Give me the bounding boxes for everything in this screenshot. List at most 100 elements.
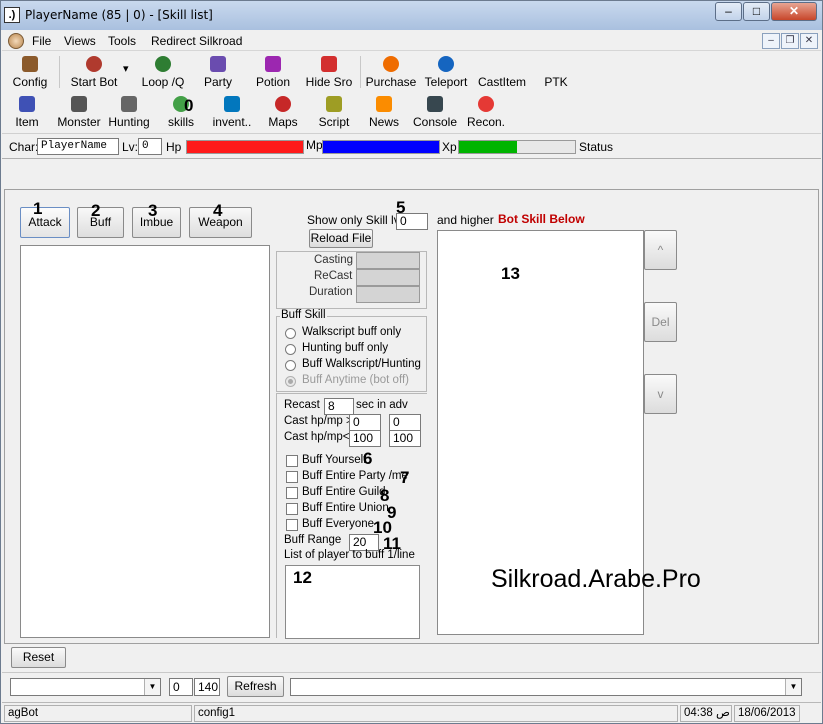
radio-walkscript-hunting-buff[interactable]	[285, 360, 296, 371]
teleport-icon	[438, 56, 454, 72]
toolbar-maps-button[interactable]: Maps	[266, 96, 300, 129]
refresh-button[interactable]: Refresh	[227, 676, 284, 697]
marker-3: 3	[148, 201, 158, 220]
menu-tools[interactable]: Tools	[108, 34, 136, 48]
menu-views[interactable]: Views	[64, 34, 96, 48]
toolbar-console-button[interactable]: Console	[412, 96, 458, 129]
toolbar-monster-button[interactable]: Monster	[56, 96, 102, 129]
buff-yourself-checkbox[interactable]	[286, 455, 298, 467]
window-title: PlayerName (85 | 0) - [Skill list]	[25, 8, 213, 22]
hp-label: Hp	[166, 140, 182, 154]
toolbar-hide-sro-label: Hide Sro	[305, 75, 353, 89]
toolbar-party-button[interactable]: Party	[198, 56, 238, 89]
marker-7: 7	[400, 468, 410, 487]
walkscript-hunting-buff-label: Buff Walkscript/Hunting	[302, 358, 421, 370]
config-icon	[22, 56, 38, 72]
recon-icon	[478, 96, 494, 112]
mdi-close-button[interactable]: ✕	[800, 33, 818, 49]
toolbar-castitem-button[interactable]: CastItem	[475, 75, 529, 89]
left-combo[interactable]: ▼	[10, 678, 161, 696]
close-button[interactable]: ✕	[771, 2, 817, 21]
toolbar-item-button[interactable]: Item	[12, 96, 42, 129]
status-time: 04:38 ص	[680, 705, 732, 722]
toolbar-start-bot-button[interactable]: Start Bot	[66, 56, 122, 89]
cast-mp-less-input[interactable]: 100	[389, 430, 421, 447]
toolbar-hunting-button[interactable]: Hunting	[106, 96, 152, 129]
buff-guild-checkbox[interactable]	[286, 487, 298, 499]
delete-button[interactable]: Del	[644, 302, 677, 342]
toolbar-secondary: Item Monster Hunting skills 0 invent.. M…	[2, 92, 821, 132]
document-icon[interactable]	[8, 33, 24, 49]
toolbar-party-label: Party	[203, 75, 232, 89]
toolbar-inventory-button[interactable]: invent..	[210, 96, 254, 129]
toolbar-recon-button[interactable]: Recon.	[465, 96, 507, 129]
toolbar-config-button[interactable]: Config	[8, 56, 52, 89]
player-list-label: List of player to buff 1/line	[284, 549, 415, 561]
radio-walkscript-buff[interactable]	[285, 328, 296, 339]
right-combo[interactable]: ▼	[290, 678, 802, 696]
maximize-button[interactable]: □	[743, 2, 770, 21]
loop-icon	[155, 56, 171, 72]
move-up-button[interactable]: ^	[644, 230, 677, 270]
reset-button[interactable]: Reset	[11, 647, 66, 668]
marker-12: 12	[293, 568, 312, 587]
skill-level-input[interactable]: 0	[396, 213, 428, 230]
move-down-button[interactable]: v	[644, 374, 677, 414]
buff-everyone-checkbox[interactable]	[286, 519, 298, 531]
cast-hp-less-input[interactable]: 100	[349, 430, 381, 447]
toolbar-purchase-label: Purchase	[365, 75, 417, 89]
tab-buff[interactable]: Buff	[77, 207, 124, 238]
toolbar-ptk-button[interactable]: PTK	[540, 75, 572, 89]
minimize-button[interactable]: –	[715, 2, 742, 21]
toolbar-loop-button[interactable]: Loop /Q	[138, 56, 188, 89]
mdi-minimize-button[interactable]: –	[762, 33, 780, 49]
menu-redirect-silkroad[interactable]: Redirect Silkroad	[151, 34, 242, 48]
skill-list[interactable]	[20, 245, 270, 638]
toolbar-purchase-button[interactable]: Purchase	[364, 56, 418, 89]
tab-attack[interactable]: Attack	[20, 207, 70, 238]
start-bot-dropdown-arrow[interactable]: ▾	[123, 62, 129, 75]
toolbar-castitem-label: CastItem	[477, 75, 526, 89]
xp-label: Xp	[442, 140, 457, 154]
buff-yourself-label: Buff Yourself	[302, 454, 367, 466]
toolbar-loop-label: Loop /Q	[141, 75, 185, 89]
toolbar-maps-label: Maps	[268, 115, 298, 129]
inventory-icon	[224, 96, 240, 112]
toolbar-config-label: Config	[12, 75, 48, 89]
toolbar-script-button[interactable]: Script	[316, 96, 352, 129]
party-icon	[210, 56, 226, 72]
mp-label: Mp	[306, 138, 323, 152]
reload-file-button[interactable]: Reload File	[309, 229, 373, 248]
menu-file[interactable]: File	[32, 34, 51, 48]
duration-value	[356, 286, 420, 303]
buff-party-checkbox[interactable]	[286, 471, 298, 483]
toolbar-potion-button[interactable]: Potion	[252, 56, 294, 89]
cast-mp-greater-input[interactable]: 0	[389, 414, 421, 431]
mdi-restore-button[interactable]: ❐	[781, 33, 799, 49]
chevron-down-icon: ▼	[785, 679, 801, 695]
radio-buff-anytime[interactable]	[285, 376, 296, 387]
status-bar: agBot config1 04:38 ص 18/06/2013	[2, 702, 821, 723]
status-date: 18/06/2013	[734, 705, 800, 722]
buff-union-checkbox[interactable]	[286, 503, 298, 515]
toolbar-teleport-button[interactable]: Teleport	[422, 56, 470, 89]
main-window: .) PlayerName (85 | 0) - [Skill list] – …	[0, 0, 823, 724]
range-end-input[interactable]: 140	[194, 678, 220, 696]
walkscript-buff-label: Walkscript buff only	[302, 326, 402, 338]
toolbar-hunting-label: Hunting	[108, 115, 150, 129]
console-icon	[427, 96, 443, 112]
maps-icon	[275, 96, 291, 112]
toolbar-news-button[interactable]: News	[368, 96, 400, 129]
hp-bar	[186, 140, 304, 154]
cast-hpmp-greater-label: Cast hp/mp >	[284, 415, 353, 427]
marker-4: 4	[213, 201, 223, 220]
status-app-name: agBot	[4, 705, 192, 722]
cast-hp-greater-input[interactable]: 0	[349, 414, 381, 431]
marker-2: 2	[91, 201, 101, 220]
recast-input[interactable]: 8	[324, 398, 354, 415]
toolbar-ptk-label: PTK	[544, 75, 568, 89]
range-start-input[interactable]: 0	[169, 678, 193, 696]
buff-union-label: Buff Entire Union	[302, 502, 389, 514]
toolbar-hide-sro-button[interactable]: Hide Sro	[303, 56, 355, 89]
radio-hunting-buff[interactable]	[285, 344, 296, 355]
